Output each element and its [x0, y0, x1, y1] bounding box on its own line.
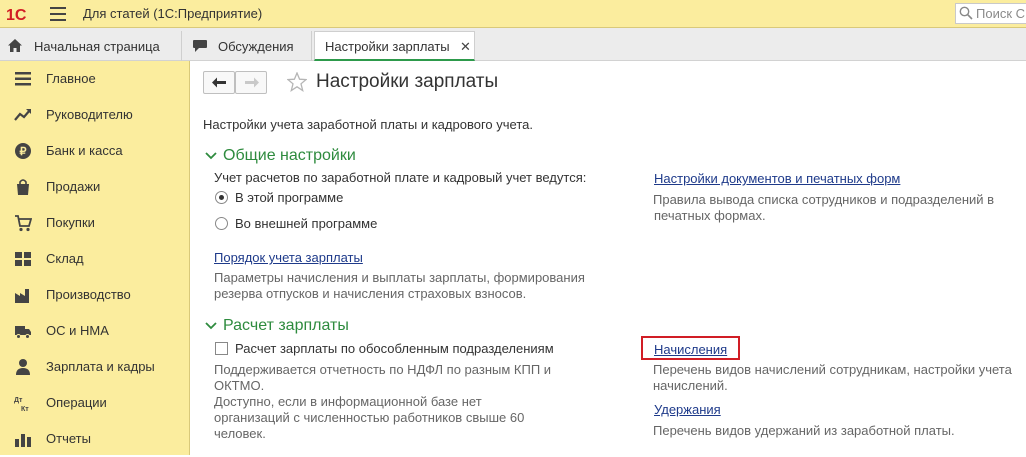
section-heading: Расчет зарплаты: [223, 317, 349, 334]
deductions-link[interactable]: Удержания: [654, 402, 721, 417]
sidebar-item-label: Руководителю: [46, 107, 133, 122]
grid-icon: [15, 252, 31, 266]
bar-chart-icon: [15, 434, 31, 447]
arrow-left-icon: [212, 77, 226, 88]
svg-text:1С: 1С: [6, 7, 27, 23]
deductions-hint: Перечень видов удержаний из заработной п…: [653, 423, 955, 438]
payroll-order-hint: Параметры начисления и выплаты зарплаты,…: [214, 270, 585, 301]
page-title: Настройки зарплаты: [316, 71, 499, 92]
app-title: Для статей (1С:Предприятие): [83, 6, 263, 21]
chat-icon: [193, 40, 207, 52]
person-icon: [16, 359, 30, 375]
hamburger-icon[interactable]: [50, 7, 66, 21]
page-description: Настройки учета заработной платы и кадро…: [203, 117, 533, 132]
tab-salary-settings[interactable]: Настройки зарплаты ✕: [314, 31, 475, 61]
radio-this-program[interactable]: [215, 191, 228, 204]
sidebar-item-salary[interactable]: Зарплата и кадры: [0, 349, 189, 385]
checkbox-label: Расчет зарплаты по обособленным подразде…: [235, 341, 554, 356]
sidebar-item-label: Производство: [46, 287, 131, 302]
chevron-down-icon: [205, 152, 217, 160]
search-placeholder: Поиск С: [976, 6, 1026, 21]
sidebar-item-label: Покупки: [46, 215, 95, 230]
chevron-down-icon: [205, 322, 217, 330]
tabs-bar: Начальная страница Обсуждения Настройки …: [0, 28, 1026, 61]
sidebar-item-label: Главное: [46, 71, 96, 86]
trend-icon: [14, 109, 31, 121]
sidebar-item-label: ОС и НМА: [46, 323, 109, 338]
tab-label: Настройки зарплаты: [325, 39, 450, 54]
close-icon[interactable]: ✕: [460, 39, 471, 55]
tab-discussions[interactable]: Обсуждения: [182, 31, 312, 61]
accruals-link[interactable]: Начисления: [654, 342, 727, 357]
factory-icon: [15, 289, 29, 303]
sidebar-item-production[interactable]: Производство: [0, 277, 189, 313]
sidebar-item-assets[interactable]: ОС и НМА: [0, 313, 189, 349]
sidebar-item-label: Зарплата и кадры: [46, 359, 155, 374]
sidebar-item-bank[interactable]: ₽ Банк и касса: [0, 133, 189, 169]
tab-home[interactable]: Начальная страница: [0, 31, 182, 61]
sidebar-item-purchases[interactable]: Покупки: [0, 205, 189, 241]
cart-icon: [15, 215, 32, 232]
truck-icon: [15, 326, 31, 339]
forward-button[interactable]: [235, 71, 267, 94]
coin-icon: ₽: [15, 143, 31, 159]
accruals-hint: Перечень видов начислений сотрудникам, н…: [653, 362, 1012, 393]
sidebar-item-label: Банк и касса: [46, 143, 123, 158]
radio-label: В этой программе: [235, 190, 344, 205]
bag-icon: [17, 179, 29, 195]
search-icon: [959, 6, 973, 20]
search-input[interactable]: Поиск С: [955, 3, 1026, 24]
sidebar-item-main[interactable]: Главное: [0, 61, 189, 97]
main-content: Настройки зарплаты Настройки учета зараб…: [191, 61, 1026, 455]
radio-external-program[interactable]: [215, 217, 228, 230]
sidebar-item-warehouse[interactable]: Склад: [0, 241, 189, 277]
sidebar-item-label: Операции: [46, 395, 107, 410]
tab-label: Обсуждения: [218, 39, 294, 54]
sidebar: Главное Руководителю ₽ Банк и касса Прод…: [0, 61, 190, 455]
svg-text:Кт: Кт: [21, 406, 29, 412]
section-heading: Общие настройки: [223, 147, 356, 164]
separate-divisions-checkbox[interactable]: [215, 342, 228, 355]
star-icon[interactable]: [287, 72, 307, 92]
sidebar-item-sales[interactable]: Продажи: [0, 169, 189, 205]
sidebar-item-label: Склад: [46, 251, 84, 266]
sidebar-item-label: Отчеты: [46, 431, 91, 446]
payroll-order-link[interactable]: Порядок учета зарплаты: [214, 250, 363, 265]
dt-kt-icon: Дт Кт: [14, 397, 29, 412]
document-settings-hint: Правила вывода списка сотрудников и подр…: [653, 192, 995, 223]
sidebar-item-operations[interactable]: Дт Кт Операции: [0, 385, 189, 421]
separate-divisions-hint: Поддерживается отчетность по НДФЛ по раз…: [214, 362, 552, 441]
radio-label: Во внешней программе: [235, 216, 378, 231]
document-settings-link[interactable]: Настройки документов и печатных форм: [654, 171, 900, 186]
sidebar-item-reports[interactable]: Отчеты: [0, 421, 189, 457]
sidebar-item-label: Продажи: [46, 179, 101, 194]
accounting-question: Учет расчетов по заработной плате и кадр…: [214, 170, 587, 185]
section-general-settings[interactable]: Общие настройки: [205, 147, 356, 165]
svg-text:₽: ₽: [20, 146, 27, 158]
1c-logo: 1С: [6, 7, 27, 23]
top-bar: 1С Для статей (1С:Предприятие) Поиск С: [0, 0, 1026, 28]
back-button[interactable]: [203, 71, 235, 94]
arrow-right-icon: [245, 77, 259, 88]
menu-lines-icon: [15, 72, 31, 86]
tab-label: Начальная страница: [34, 39, 160, 54]
home-icon: [8, 39, 22, 52]
section-payroll-calculation[interactable]: Расчет зарплаты: [205, 317, 349, 335]
svg-text:Дт: Дт: [14, 397, 23, 404]
sidebar-item-manager[interactable]: Руководителю: [0, 97, 189, 133]
